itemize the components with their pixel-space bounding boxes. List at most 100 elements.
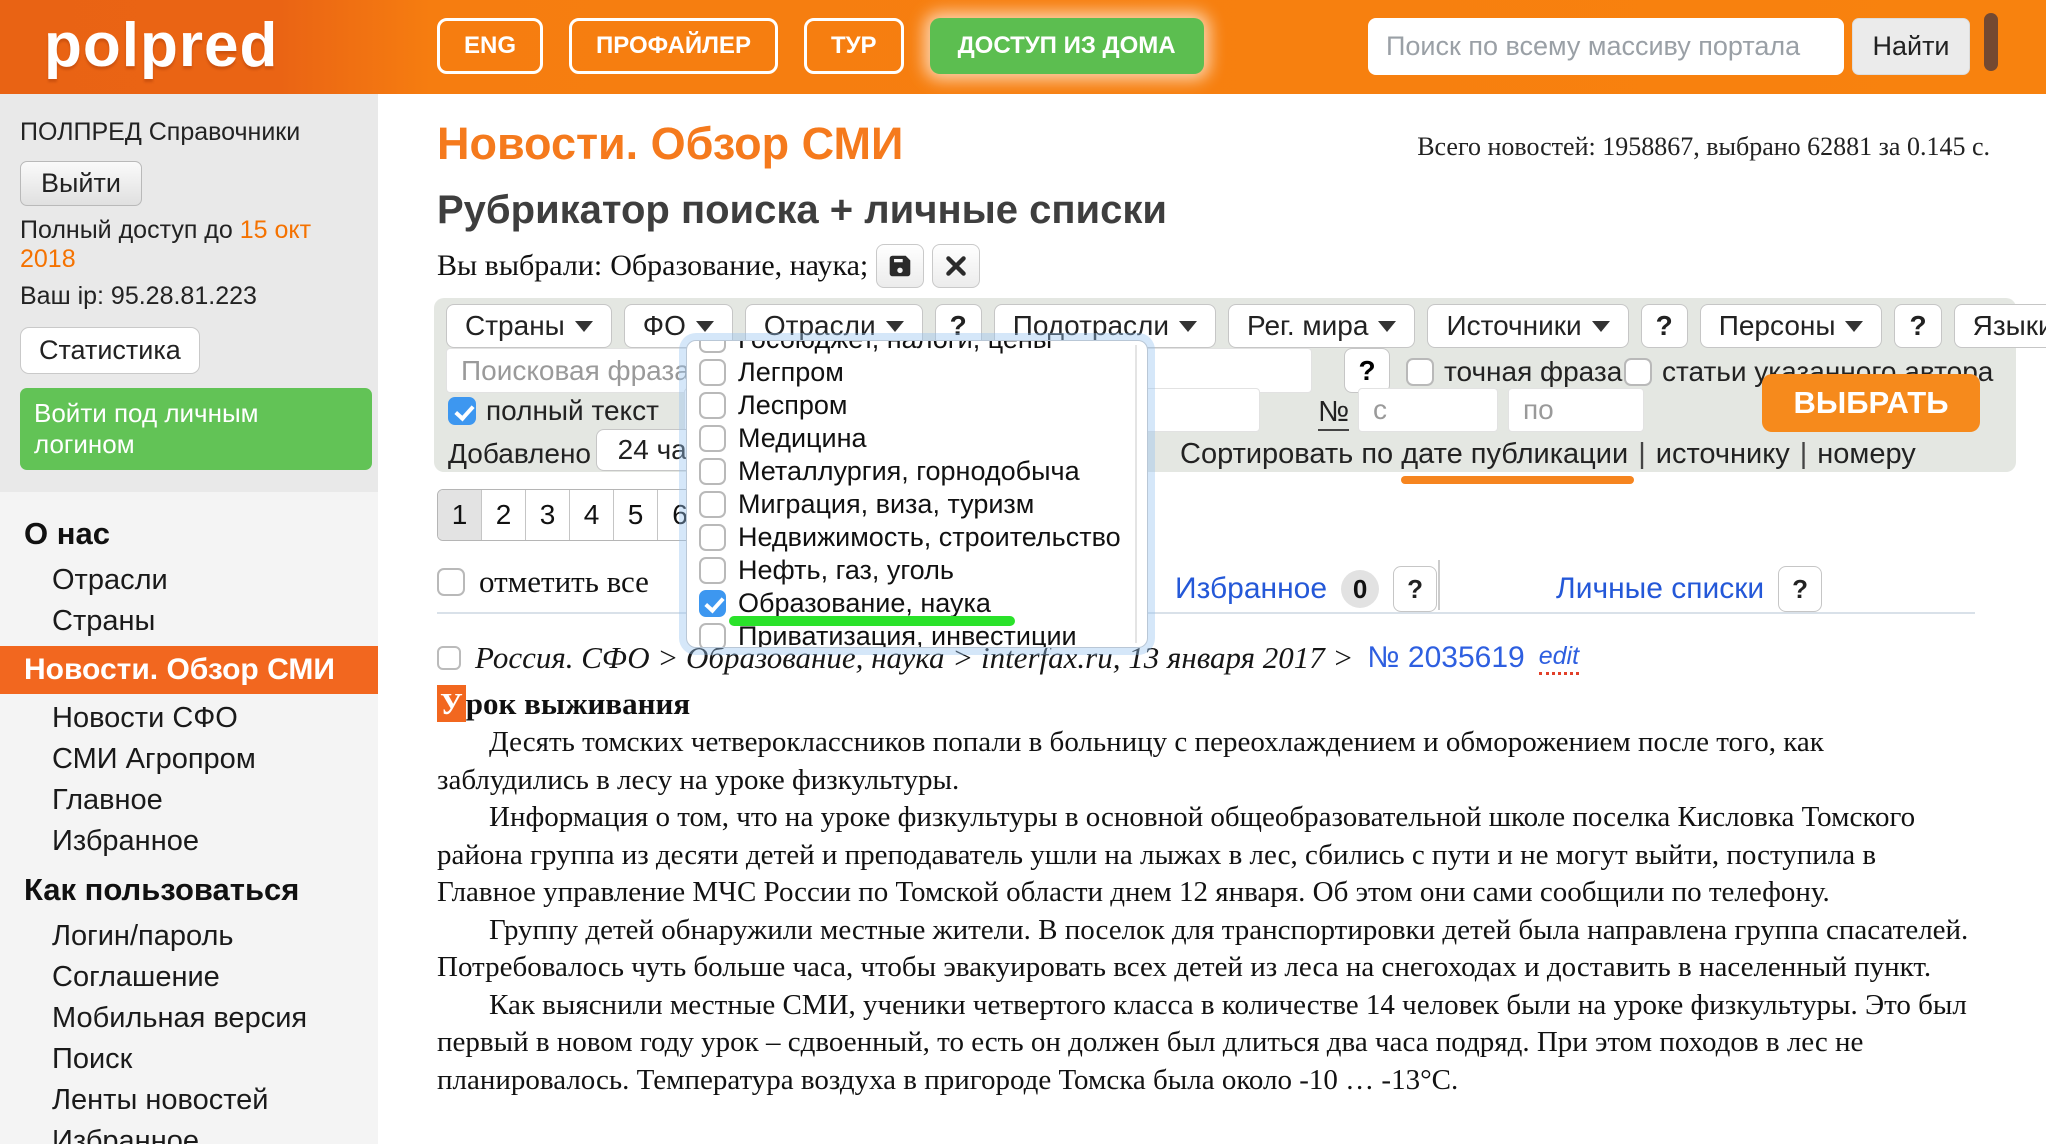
sidebar-item-news-selected[interactable]: Новости. Обзор СМИ xyxy=(0,646,378,694)
filter-sources-button[interactable]: Источники xyxy=(1427,304,1628,348)
number-to-input[interactable] xyxy=(1508,388,1644,432)
dropdown-item-label: Леспром xyxy=(738,390,847,421)
tour-button[interactable]: ТУР xyxy=(804,18,904,74)
main-content: Всего новостей: 1958867, выбрано 62881 з… xyxy=(378,94,2046,1144)
sidebar-item-main[interactable]: Главное xyxy=(0,780,378,821)
exact-phrase-label: точная фраза xyxy=(1444,356,1622,388)
checkbox-icon xyxy=(699,458,726,485)
dropdown-item[interactable]: Нефть, газ, уголь xyxy=(687,554,1147,587)
sidebar-item-news-sfo[interactable]: Новости СФО xyxy=(0,698,378,739)
filter-label: Источники xyxy=(1446,310,1581,342)
eng-button[interactable]: ENG xyxy=(437,18,543,74)
dropdown-item[interactable]: Легпром xyxy=(687,356,1147,389)
checkbox-icon xyxy=(699,491,726,518)
checkbox-icon xyxy=(699,524,726,551)
sort-by-number-link[interactable]: номеру xyxy=(1817,438,1916,470)
article-body: Десять томских четвероклассников попали … xyxy=(437,724,1977,1099)
sidebar-item-feeds[interactable]: Ленты новостей xyxy=(0,1080,378,1121)
dropdown-item[interactable]: Леспром xyxy=(687,389,1147,422)
page-scrollbar-thumb[interactable] xyxy=(1984,13,1998,71)
select-button[interactable]: ВЫБРАТЬ xyxy=(1762,374,1980,432)
full-text-checkbox[interactable]: полный текст xyxy=(448,395,659,427)
save-selection-button[interactable] xyxy=(876,244,924,288)
article-checkbox[interactable] xyxy=(437,646,461,670)
sort-by-date-link[interactable]: дате публикации xyxy=(1401,438,1628,470)
filter-languages-button[interactable]: Языки xyxy=(1954,304,2046,348)
filter-buttons-row: Страны ФО Отрасли ? Подотрасли Рег. мира… xyxy=(446,304,2046,348)
separator: | xyxy=(1628,438,1656,470)
find-button[interactable]: Найти xyxy=(1852,18,1970,75)
dropdown-item-label: Легпром xyxy=(738,357,844,388)
sidebar-heading-howto[interactable]: Как пользоваться xyxy=(0,862,378,916)
home-access-button[interactable]: ДОСТУП ИЗ ДОМА xyxy=(930,18,1204,74)
sidebar-item-favorites-2[interactable]: Избранное xyxy=(0,1121,378,1144)
dropdown-scrollbar[interactable] xyxy=(1135,345,1137,643)
article-paragraph: Как выяснили местные СМИ, ученики четвер… xyxy=(437,987,1977,1100)
sidebar-item-countries[interactable]: Страны xyxy=(0,601,378,642)
statistics-button[interactable]: Статистика xyxy=(20,327,200,374)
polpred-portal-page: polpred ENG ПРОФАЙЛЕР ТУР ДОСТУП ИЗ ДОМА… xyxy=(0,0,2046,1144)
favorites-link[interactable]: Избранное xyxy=(1175,572,1327,606)
check-all-checkbox[interactable]: отметить все xyxy=(437,564,649,600)
personal-login-button[interactable]: Войти под личным логином xyxy=(20,388,372,470)
page-5[interactable]: 5 xyxy=(614,490,658,540)
ip-line: Ваш ip: 95.28.81.223 xyxy=(20,282,358,311)
personal-lists-link[interactable]: Личные списки xyxy=(1556,572,1764,606)
favorites-count-badge: 0 xyxy=(1341,570,1379,608)
global-search-input[interactable] xyxy=(1368,18,1844,75)
green-annotation-underline xyxy=(729,616,1015,626)
clear-selection-button[interactable] xyxy=(932,244,980,288)
page-3[interactable]: 3 xyxy=(526,490,570,540)
help-button-persons[interactable]: ? xyxy=(1894,304,1941,348)
page-4[interactable]: 4 xyxy=(570,490,614,540)
sidebar-item-industries[interactable]: Отрасли xyxy=(0,560,378,601)
number-sign-label[interactable]: № xyxy=(1318,396,1349,431)
exact-phrase-checkbox[interactable]: точная фраза xyxy=(1406,356,1622,388)
help-button-personal-lists[interactable]: ? xyxy=(1778,566,1822,612)
filter-persons-button[interactable]: Персоны xyxy=(1700,304,1883,348)
dropdown-item-label: Медицина xyxy=(738,423,867,454)
checkbox-icon xyxy=(1406,358,1434,386)
article-edit-link[interactable]: edit xyxy=(1539,642,1579,675)
sidebar-item-smi-agroprom[interactable]: СМИ Агропром xyxy=(0,739,378,780)
header-nav: ENG ПРОФАЙЛЕР ТУР ДОСТУП ИЗ ДОМА xyxy=(437,18,1204,74)
chevron-down-icon xyxy=(1592,321,1610,332)
sidebar-item-favorites[interactable]: Избранное xyxy=(0,821,378,862)
sidebar-item-mobile[interactable]: Мобильная версия xyxy=(0,998,378,1039)
page-2[interactable]: 2 xyxy=(482,490,526,540)
dropdown-item-label: Миграция, виза, туризм xyxy=(738,489,1034,520)
help-button-favorites[interactable]: ? xyxy=(1393,566,1437,612)
dropdown-item[interactable]: Медицина xyxy=(687,422,1147,455)
dropdown-item[interactable]: Металлургия, горнодобыча xyxy=(687,455,1147,488)
checkbox-icon xyxy=(699,340,726,353)
profiler-button[interactable]: ПРОФАЙЛЕР xyxy=(569,18,778,74)
help-button-phrase[interactable]: ? xyxy=(1344,348,1390,393)
checkbox-icon xyxy=(699,359,726,386)
sidebar-heading-about[interactable]: О нас xyxy=(0,506,378,560)
dropdown-item-label: Образование, наука xyxy=(738,588,991,619)
dropdown-item-education-selected[interactable]: Образование, наука xyxy=(687,587,1147,620)
filter-countries-button[interactable]: Страны xyxy=(446,304,612,348)
polpred-logo[interactable]: polpred xyxy=(44,10,278,81)
page-1[interactable]: 1 xyxy=(438,490,482,540)
article-number-link[interactable]: № 2035619 xyxy=(1367,641,1524,675)
checkbox-checked-icon xyxy=(699,590,726,617)
logout-button[interactable]: Выйти xyxy=(20,161,142,206)
dropdown-item[interactable]: Госбюджет, налоги, цены xyxy=(687,340,1147,356)
page-subtitle: Рубрикатор поиска + личные списки xyxy=(437,188,1167,233)
sort-by-source-link[interactable]: источнику xyxy=(1656,438,1790,470)
dropdown-item[interactable]: Недвижимость, строительство xyxy=(687,521,1147,554)
checkbox-icon xyxy=(699,623,726,648)
sidebar-item-login-password[interactable]: Логин/пароль xyxy=(0,916,378,957)
close-icon xyxy=(943,253,969,279)
sidebar-item-search[interactable]: Поиск xyxy=(0,1039,378,1080)
filter-world-regions-button[interactable]: Рег. мира xyxy=(1228,304,1415,348)
help-button-sources[interactable]: ? xyxy=(1641,304,1688,348)
checkbox-icon xyxy=(437,568,465,596)
access-prefix: Полный доступ до xyxy=(20,216,240,244)
number-from-input[interactable] xyxy=(1358,388,1498,432)
dropdown-item[interactable]: Миграция, виза, туризм xyxy=(687,488,1147,521)
industries-dropdown-list: Госбюджет, налоги, цены Легпром Леспром … xyxy=(687,340,1147,648)
sidebar-item-agreement[interactable]: Соглашение xyxy=(0,957,378,998)
list-controls-bar: отметить все с Избранное 0 ? Личные спис… xyxy=(378,558,2046,610)
